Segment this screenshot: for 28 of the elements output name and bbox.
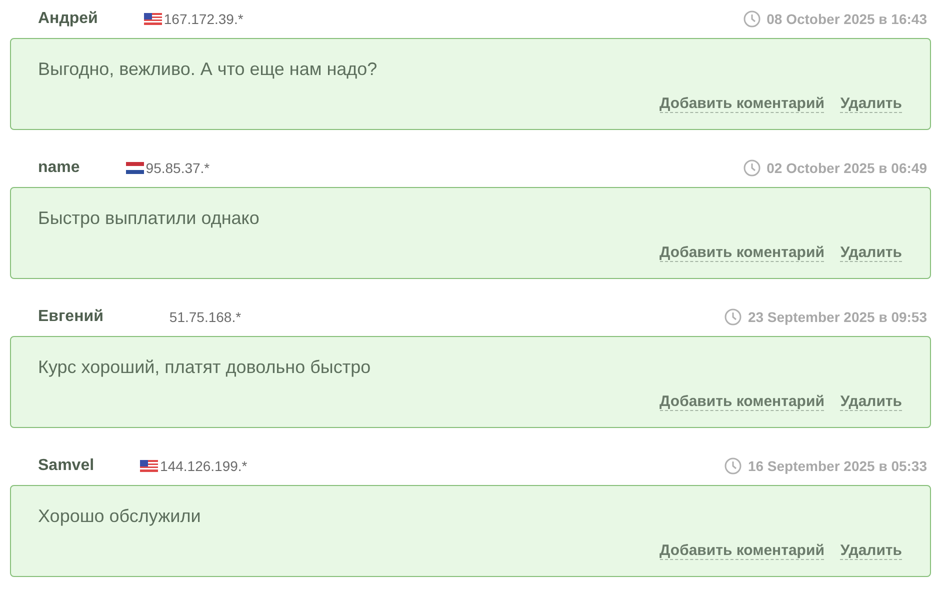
clock-icon — [742, 10, 761, 28]
ip-address: 51.75.168.* — [169, 309, 242, 325]
author-name: Андрей — [38, 10, 98, 28]
action-link[interactable]: Удалить — [840, 95, 902, 113]
comment-date: 16 September 2025 в 05:33 — [748, 458, 927, 474]
comment-text: Выгодно, вежливо. А что еще нам надо? — [38, 59, 378, 80]
comment-date: 08 October 2025 в 16:43 — [766, 11, 927, 27]
comment-date: 23 September 2025 в 09:53 — [748, 309, 927, 325]
action-link[interactable]: Удалить — [840, 542, 902, 560]
author-name: Евгений — [38, 308, 104, 326]
comment-text: Хорошо обслужили — [38, 506, 202, 527]
clock-icon — [742, 159, 761, 177]
action-link[interactable]: Добавить коментарий — [660, 244, 824, 262]
action-link[interactable]: Добавить коментарий — [660, 95, 824, 113]
action-link[interactable]: Добавить коментарий — [660, 542, 824, 560]
author-name: name — [38, 159, 80, 177]
clock-icon — [724, 308, 742, 326]
comment-text: Курс хороший, платят довольно быстро — [38, 357, 372, 378]
ip-address: 144.126.199.* — [160, 458, 248, 474]
ip-address: 95.85.37.* — [146, 160, 210, 176]
ip-address: 167.172.39.* — [164, 11, 244, 27]
author-name: Samvel — [38, 457, 94, 475]
clock-icon — [724, 457, 742, 475]
action-link[interactable]: Удалить — [840, 244, 902, 262]
action-link[interactable]: Добавить коментарий — [660, 393, 824, 411]
comment-text: Быстро выплатили однако — [38, 208, 260, 229]
comment-date: 02 October 2025 в 06:49 — [766, 160, 927, 176]
action-link[interactable]: Удалить — [840, 393, 902, 411]
